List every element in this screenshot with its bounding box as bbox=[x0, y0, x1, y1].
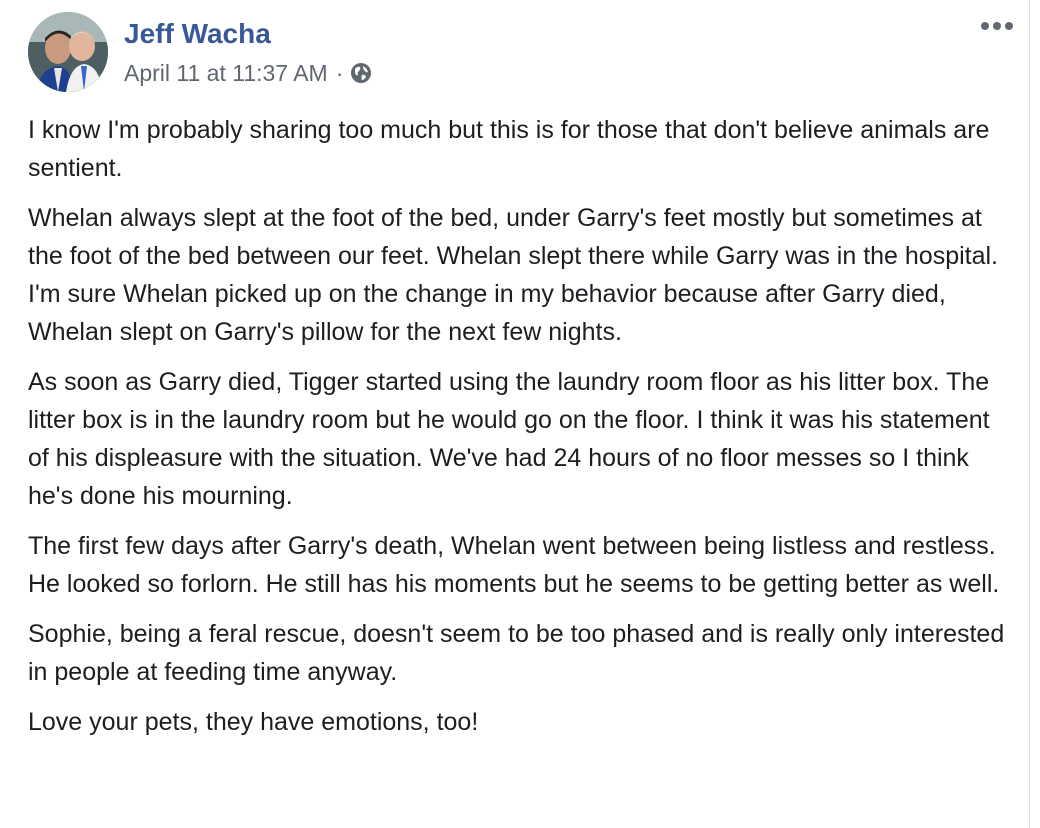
author-avatar[interactable] bbox=[28, 12, 108, 92]
post-timestamp-link[interactable]: April 11 at 11:37 AM bbox=[124, 60, 328, 87]
post-paragraph: Whelan always slept at the foot of the b… bbox=[28, 204, 999, 346]
post-paragraph: Love your pets, they have emotions, too! bbox=[28, 708, 479, 736]
more-options-icon[interactable] bbox=[977, 12, 1017, 40]
post-paragraph: The first few days after Garry's death, … bbox=[28, 532, 1000, 598]
post-meta: April 11 at 11:37 AM · bbox=[124, 58, 373, 88]
meta-separator: · bbox=[335, 59, 344, 86]
globe-icon[interactable] bbox=[349, 61, 373, 85]
avatar-photo bbox=[28, 12, 108, 92]
author-name-link[interactable]: Jeff Wacha bbox=[124, 16, 271, 52]
post-paragraph: Sophie, being a feral rescue, doesn't se… bbox=[28, 620, 1005, 686]
post-body: I know I'm probably sharing too much but… bbox=[28, 111, 1013, 753]
post-paragraph: I know I'm probably sharing too much but… bbox=[28, 116, 990, 182]
post-paragraph: As soon as Garry died, Tigger started us… bbox=[28, 368, 990, 510]
facebook-post: Jeff Wacha April 11 at 11:37 AM · I know… bbox=[0, 0, 1030, 828]
